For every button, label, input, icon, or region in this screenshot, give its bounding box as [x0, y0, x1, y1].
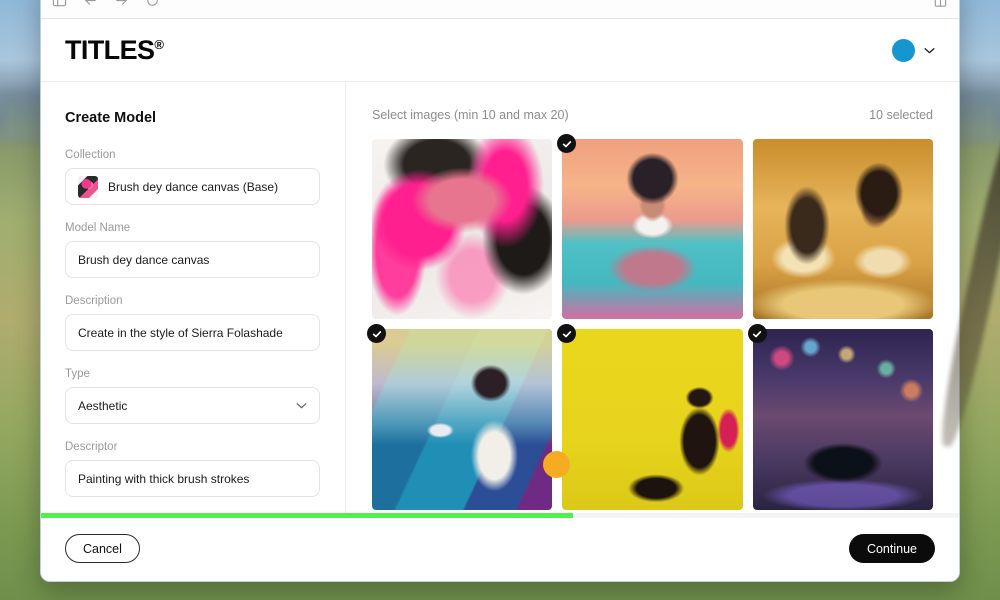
artwork-image-icon	[752, 329, 933, 510]
app-header: TITLES ®	[41, 19, 959, 82]
brand-logo[interactable]: TITLES ®	[65, 34, 164, 66]
browser-window: TITLES® Create Model Collection Brush d	[40, 0, 960, 582]
brand-name: TITLES	[65, 34, 155, 65]
forward-arrow-icon[interactable]	[113, 0, 130, 9]
field-label-collection: Collection	[65, 149, 116, 161]
type-value: Aesthetic	[78, 398, 128, 413]
field-descriptor: Descriptor	[65, 441, 320, 497]
collection-value: Brush dey dance canvas (Base)	[108, 179, 279, 194]
artwork-image-icon	[562, 139, 743, 320]
artwork-image-icon	[372, 139, 553, 320]
image-thumbnail-6[interactable]	[752, 329, 933, 510]
image-panel-header: Select images (min 10 and max 20) 10 sel…	[372, 108, 933, 122]
descriptor-input[interactable]	[78, 471, 307, 486]
progress-bar-track	[41, 513, 959, 518]
collection-picker[interactable]: Brush dey dance canvas (Base)	[65, 168, 320, 205]
account-menu[interactable]	[892, 38, 935, 62]
field-model-name: Model Name	[65, 222, 320, 278]
image-thumbnail-1[interactable]	[372, 139, 553, 320]
reader-view-icon[interactable]	[932, 0, 949, 9]
back-arrow-icon[interactable]	[82, 0, 99, 9]
field-label-description: Description	[65, 295, 123, 307]
field-label-type: Type	[65, 368, 90, 380]
field-label-model-name: Model Name	[65, 222, 131, 234]
image-tile[interactable]	[367, 324, 553, 510]
progress-bar-fill	[41, 513, 574, 518]
selected-count-label: 10 selected	[869, 108, 933, 122]
sidebar-toggle-icon[interactable]	[51, 0, 68, 9]
type-select[interactable]: Aesthetic	[65, 387, 320, 424]
registered-mark: ®	[154, 36, 164, 52]
chevron-down-icon[interactable]	[296, 402, 307, 409]
artwork-image-icon	[752, 139, 933, 320]
desktop-background: TITLES® Create Model Collection Brush d	[0, 0, 1000, 600]
image-thumbnail-3[interactable]	[752, 139, 933, 320]
selected-check-badge[interactable]	[747, 324, 767, 344]
collection-thumbnail-icon	[78, 175, 98, 198]
image-thumbnail-4[interactable]	[372, 329, 553, 510]
artwork-image-icon	[562, 329, 743, 510]
image-grid	[367, 134, 933, 510]
image-selection-panel: Select images (min 10 and max 20) 10 sel…	[346, 82, 959, 515]
image-tile[interactable]	[747, 324, 933, 510]
image-tile[interactable]	[557, 134, 743, 320]
reload-icon[interactable]	[144, 0, 161, 9]
check-icon	[562, 140, 571, 147]
descriptor-box[interactable]	[65, 460, 320, 497]
image-tile[interactable]	[372, 139, 553, 320]
image-tile[interactable]	[557, 324, 743, 510]
model-name-input[interactable]	[78, 252, 307, 267]
browser-toolbar	[41, 0, 959, 19]
check-icon	[752, 330, 762, 338]
artwork-image-icon	[372, 329, 553, 510]
model-name-box[interactable]	[65, 241, 320, 278]
app-body: Create Model Collection Brush dey dance …	[41, 82, 959, 515]
app-footer: Cancel Continue	[41, 513, 959, 581]
check-icon	[372, 330, 381, 338]
page-title: Create Model	[65, 110, 157, 126]
chevron-down-icon[interactable]	[924, 47, 935, 54]
image-thumbnail-5[interactable]	[562, 329, 743, 510]
avatar[interactable]	[892, 38, 915, 62]
description-box[interactable]	[65, 314, 320, 351]
select-images-label: Select images (min 10 and max 20)	[372, 108, 569, 122]
field-label-descriptor: Descriptor	[65, 441, 118, 453]
field-description: Description	[65, 295, 320, 351]
description-input[interactable]	[78, 325, 307, 340]
create-model-form: Create Model Collection Brush dey dance …	[41, 82, 346, 515]
field-collection: Collection Brush dey dance canvas (Base)	[65, 149, 320, 205]
image-tile[interactable]	[752, 139, 933, 320]
cancel-button[interactable]: Cancel	[65, 534, 140, 563]
image-thumbnail-2[interactable]	[562, 139, 743, 320]
check-icon	[562, 330, 571, 338]
field-type: Type Aesthetic	[65, 368, 320, 424]
continue-button[interactable]: Continue	[848, 534, 935, 563]
